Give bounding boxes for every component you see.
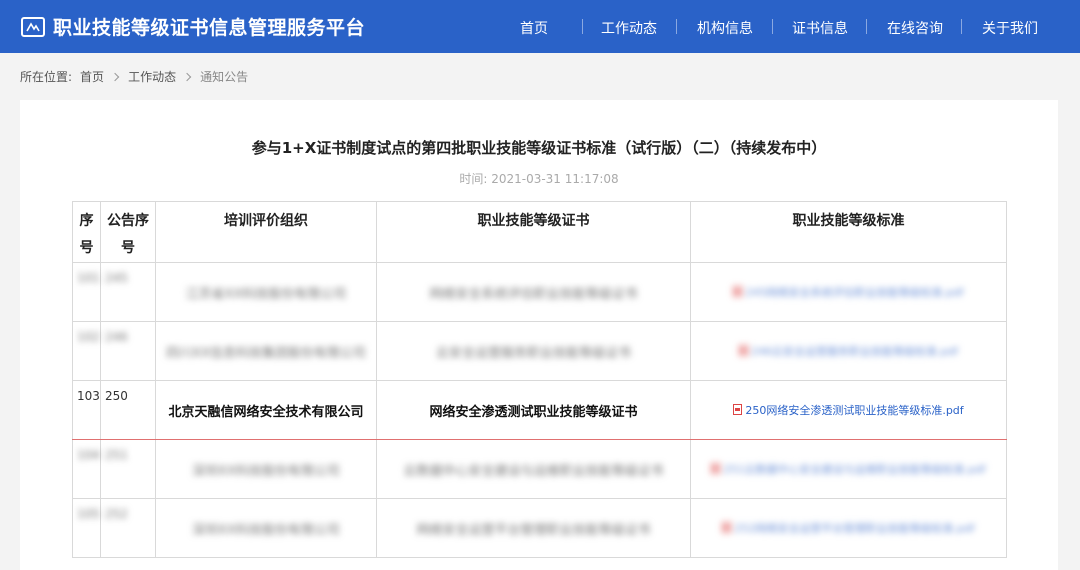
pdf-icon	[733, 404, 743, 415]
col-header-cert: 职业技能等级证书	[376, 201, 691, 263]
row-std-label: 250网络安全渗透测试职业技能等级标准.pdf	[745, 404, 964, 417]
article-card: 参与1+X证书制度试点的第四批职业技能等级证书标准（试行版）（二）（持续发布中）…	[20, 100, 1058, 570]
site-title[interactable]: 职业技能等级证书信息管理服务平台	[53, 13, 365, 40]
pdf-icon	[738, 345, 748, 356]
nav-home[interactable]: 首页	[520, 18, 548, 38]
row-std-label: 251云数据中心安全建设与运维职业技能等级标准.pdf	[723, 463, 986, 476]
row-std-link[interactable]: 251云数据中心安全建设与运维职业技能等级标准.pdf	[711, 463, 986, 476]
table-row: 105 252 深圳XX科技股份有限公司 网络安全运营平台管理职业技能等级证书 …	[72, 498, 1007, 558]
row-cert: 云安全运营服务职业技能等级证书	[435, 345, 631, 361]
row-std-link[interactable]: 252网络安全运营平台管理职业技能等级标准.pdf	[722, 522, 975, 535]
row-pub-seq: 246	[105, 330, 128, 344]
certificate-standards-table: 序号 公告序号 培训评价组织 职业技能等级证书 职业技能等级标准 101 245…	[72, 201, 1007, 558]
breadcrumb-current: 通知公告	[200, 70, 249, 84]
row-std-link[interactable]: 245网络安全系统评估职业技能等级标准.pdf	[733, 286, 964, 299]
row-org: 江苏省XX科技股份有限公司	[185, 286, 347, 302]
row-cert: 云数据中心安全建设与运维职业技能等级证书	[403, 463, 664, 479]
site-logo-icon[interactable]	[21, 17, 45, 37]
row-cert: 网络安全渗透测试职业技能等级证书	[376, 380, 691, 440]
nav-online-consult[interactable]: 在线咨询	[887, 18, 943, 38]
nav-divider	[676, 19, 677, 34]
row-std-label: 252网络安全运营平台管理职业技能等级标准.pdf	[734, 522, 975, 535]
row-pub-seq: 251	[105, 448, 128, 462]
article-title: 参与1+X证书制度试点的第四批职业技能等级证书标准（试行版）（二）（持续发布中）	[251, 139, 827, 157]
nav-institution-info[interactable]: 机构信息	[697, 18, 753, 38]
table-header-row: 序号 公告序号 培训评价组织 职业技能等级证书 职业技能等级标准	[72, 201, 1007, 263]
col-header-pub-seq: 公告序号	[100, 201, 156, 263]
row-org: 深圳XX科技股份有限公司	[192, 522, 340, 538]
col-header-std: 职业技能等级标准	[690, 201, 1007, 263]
row-seq: 104	[77, 448, 100, 462]
nav-divider	[961, 19, 962, 34]
breadcrumb: 所在位置: 首页 工作动态 通知公告	[20, 68, 248, 85]
table-row: 102 246 四川XX信息科技集团股份有限公司 云安全运营服务职业技能等级证书…	[72, 321, 1007, 381]
row-org: 北京天融信网络安全技术有限公司	[155, 380, 377, 440]
nav-divider	[772, 19, 773, 34]
table-row-highlighted: 103 250 北京天融信网络安全技术有限公司 网络安全渗透测试职业技能等级证书…	[72, 380, 1007, 440]
breadcrumb-work-news-link[interactable]: 工作动态	[128, 68, 176, 85]
row-std-link[interactable]: 250网络安全渗透测试职业技能等级标准.pdf	[733, 404, 964, 417]
article-time: 时间: 2021-03-31 11:17:08	[459, 172, 619, 186]
row-seq: 105	[77, 507, 100, 521]
row-cert: 网络安全运营平台管理职业技能等级证书	[416, 522, 651, 538]
nav-divider	[866, 19, 867, 34]
pdf-icon	[733, 286, 743, 297]
nav-about-us[interactable]: 关于我们	[982, 18, 1038, 38]
chevron-right-icon	[110, 72, 120, 81]
row-pub-seq: 245	[105, 271, 128, 285]
row-pub-seq: 250	[100, 380, 156, 440]
row-cert: 网络安全系统评估职业技能等级证书	[429, 286, 638, 302]
table-row: 101 245 江苏省XX科技股份有限公司 网络安全系统评估职业技能等级证书 2…	[72, 262, 1007, 322]
pdf-icon	[711, 463, 721, 474]
logo-glyph-icon	[26, 22, 40, 32]
row-org: 深圳XX科技股份有限公司	[192, 463, 340, 479]
row-seq: 101	[77, 271, 100, 285]
breadcrumb-prefix: 所在位置:	[20, 70, 73, 84]
breadcrumb-home-link[interactable]: 首页	[80, 68, 104, 85]
nav-certificate-info[interactable]: 证书信息	[792, 18, 848, 38]
row-std-label: 245网络安全系统评估职业技能等级标准.pdf	[745, 286, 964, 299]
top-navigation-bar: 职业技能等级证书信息管理服务平台 首页 工作动态 机构信息 证书信息 在线咨询 …	[0, 0, 1080, 53]
nav-work-news[interactable]: 工作动态	[601, 18, 657, 38]
table-row: 104 251 深圳XX科技股份有限公司 云数据中心安全建设与运维职业技能等级证…	[72, 439, 1007, 499]
chevron-right-icon	[182, 72, 192, 81]
nav-divider	[582, 19, 583, 34]
row-org: 四川XX信息科技集团股份有限公司	[166, 345, 366, 361]
col-header-org: 培训评价组织	[155, 201, 377, 263]
row-std-label: 246云安全运营服务职业技能等级标准.pdf	[750, 345, 959, 358]
row-seq: 103	[72, 380, 101, 440]
row-std-link[interactable]: 246云安全运营服务职业技能等级标准.pdf	[738, 345, 959, 358]
pdf-icon	[722, 522, 732, 533]
row-pub-seq: 252	[105, 507, 128, 521]
col-header-seq: 序号	[72, 201, 101, 263]
row-seq: 102	[77, 330, 100, 344]
